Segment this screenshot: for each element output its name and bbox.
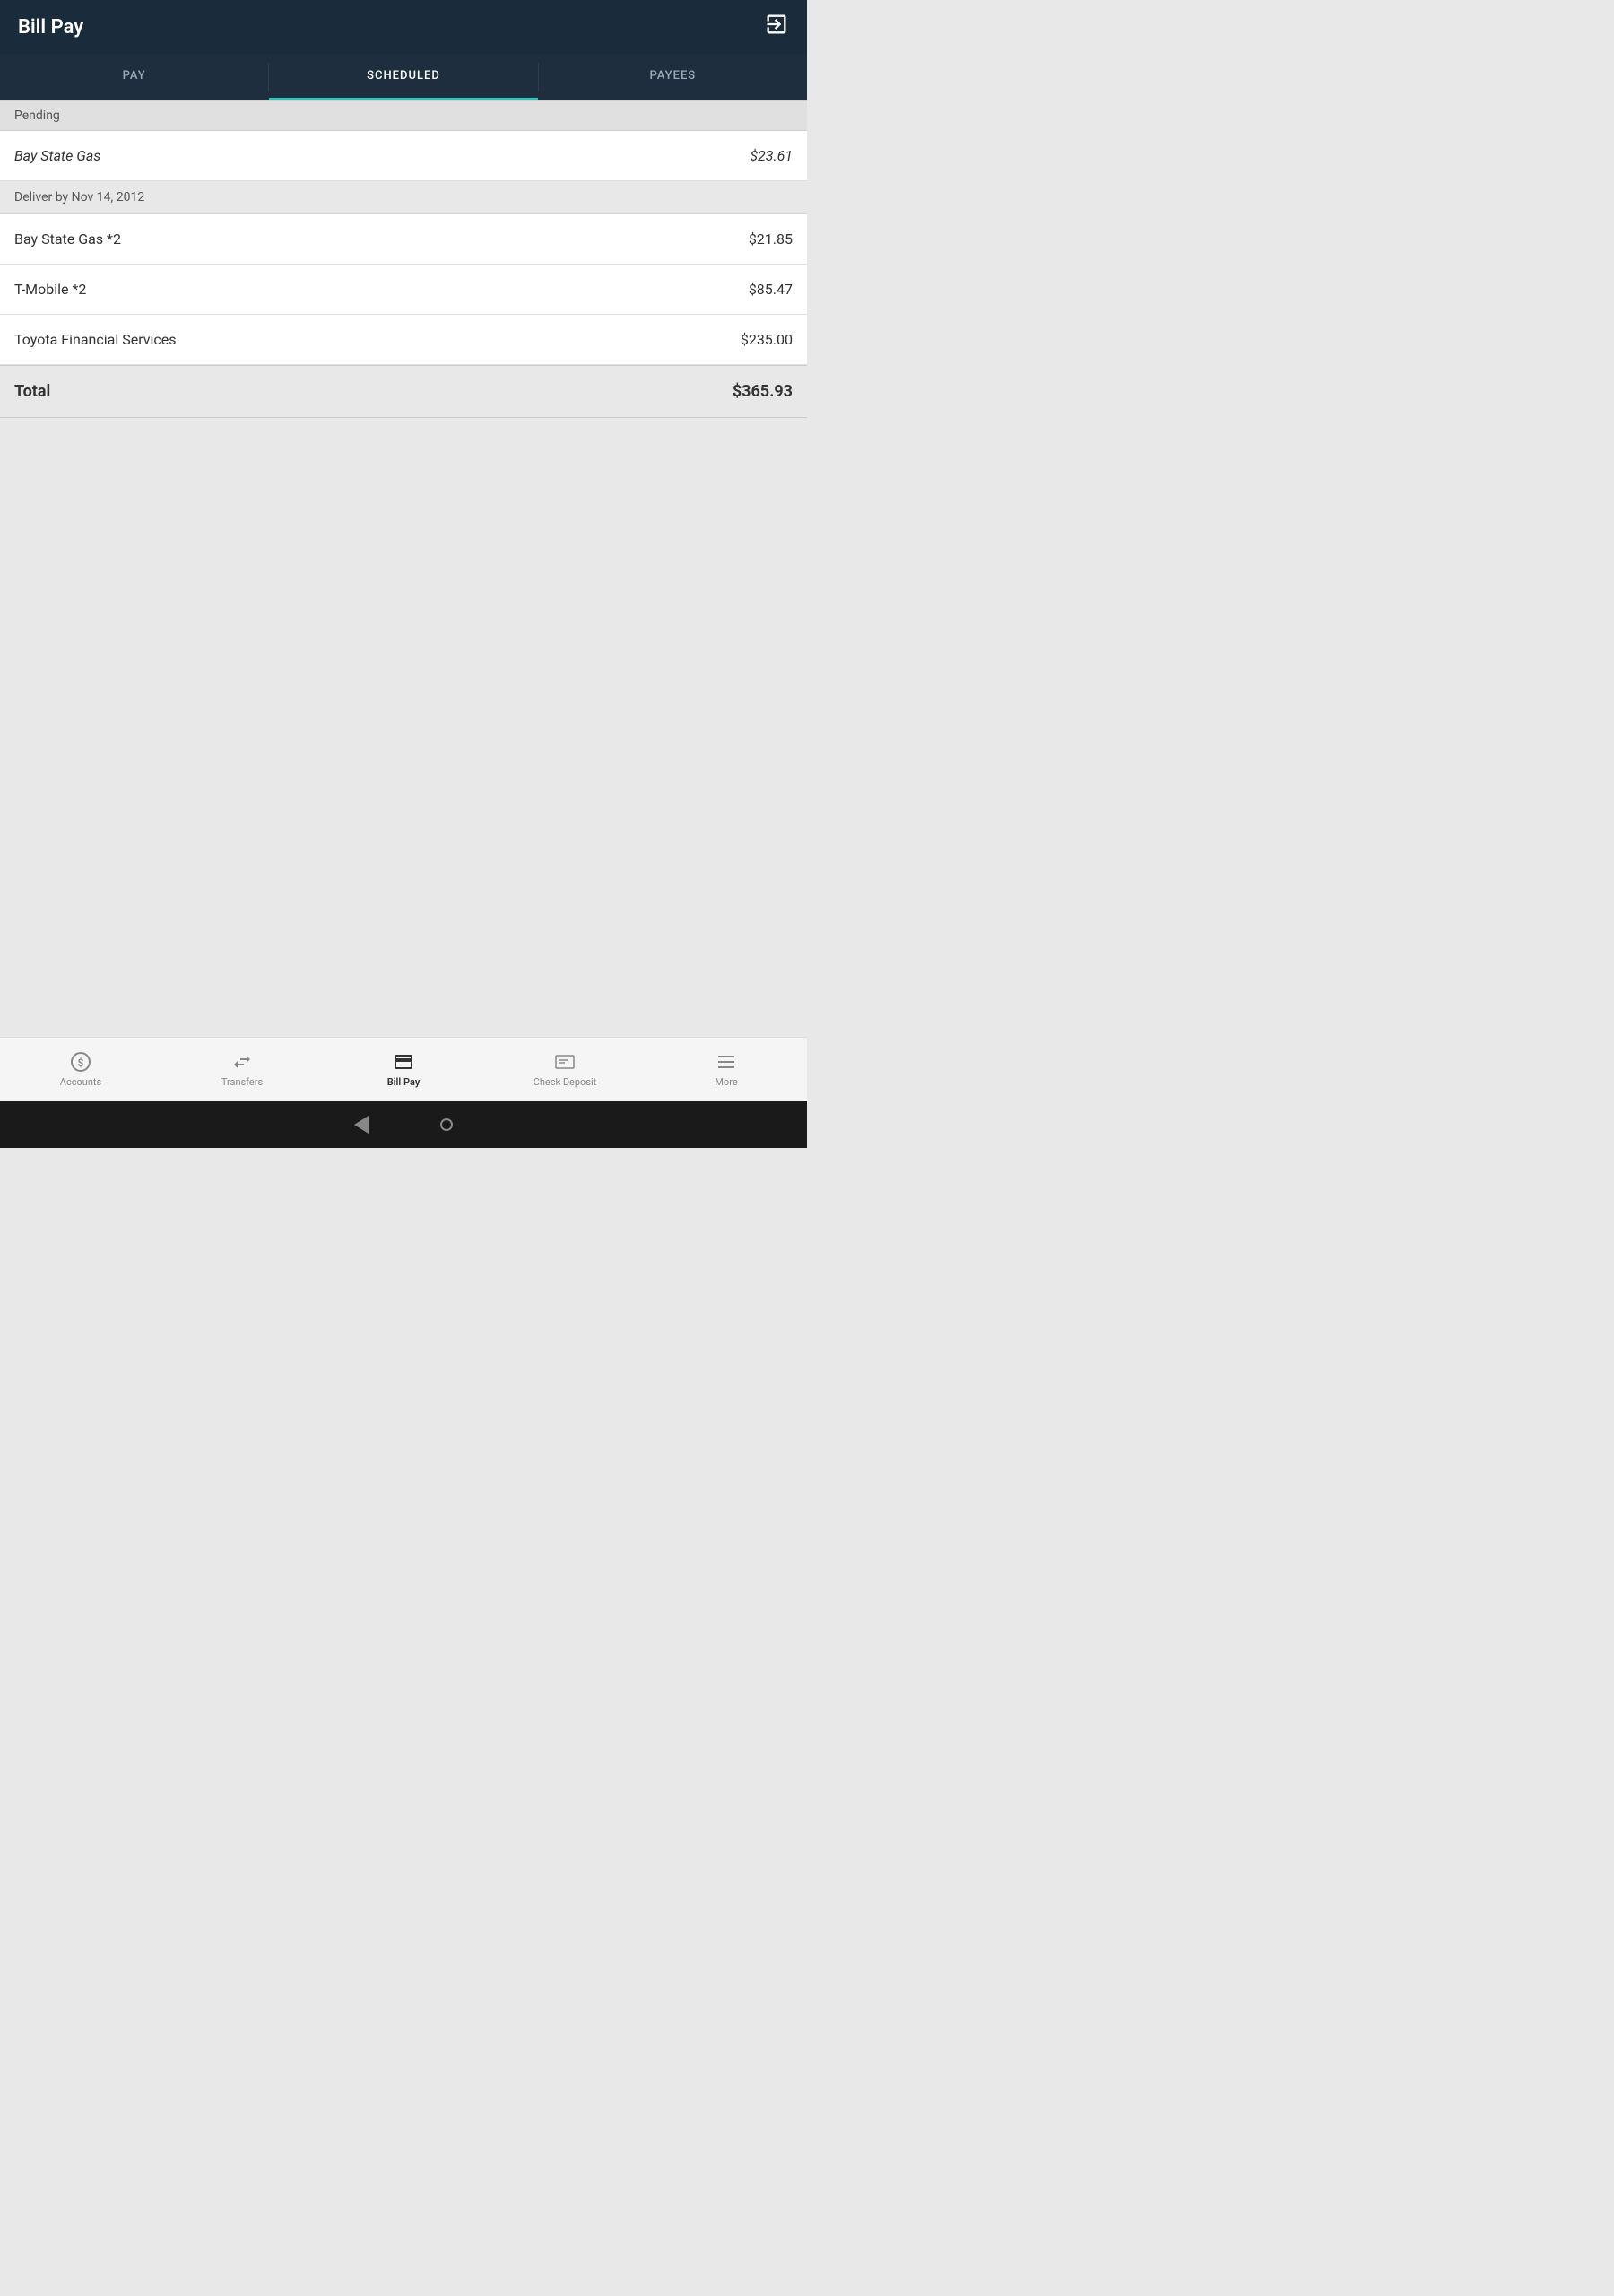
- accounts-icon: $: [70, 1051, 91, 1073]
- list-item[interactable]: T-Mobile *2 $85.47: [0, 265, 807, 315]
- tab-pay[interactable]: PAY: [0, 54, 268, 100]
- tab-bar: PAY SCHEDULED PAYEES: [0, 54, 807, 100]
- logout-icon[interactable]: [764, 12, 789, 42]
- android-nav-bar: [0, 1101, 807, 1148]
- nav-item-accounts[interactable]: $ Accounts: [0, 1044, 161, 1095]
- list-item[interactable]: Bay State Gas *2 $21.85: [0, 214, 807, 265]
- bill-pay-icon: [393, 1051, 414, 1073]
- total-label: Total: [14, 382, 50, 401]
- main-content: Pending Bay State Gas $23.61 Deliver by …: [0, 100, 807, 418]
- payee-amount: $23.61: [750, 147, 793, 164]
- check-deposit-icon: [554, 1051, 576, 1073]
- nav-label-bill-pay: Bill Pay: [387, 1076, 421, 1088]
- bottom-nav: $ Accounts Transfers Bill Pay Check Depo…: [0, 1037, 807, 1101]
- nav-label-more: More: [715, 1076, 737, 1088]
- nav-item-more[interactable]: More: [646, 1044, 807, 1095]
- back-button[interactable]: [354, 1116, 369, 1134]
- payee-amount: $21.85: [749, 230, 793, 248]
- payee-name: Bay State Gas *2: [14, 230, 121, 248]
- tab-payees[interactable]: PAYEES: [539, 54, 807, 100]
- payee-amount: $85.47: [749, 281, 793, 298]
- nav-item-transfers[interactable]: Transfers: [161, 1044, 323, 1095]
- transfers-icon: [231, 1051, 253, 1073]
- app-header: Bill Pay: [0, 0, 807, 54]
- total-row: Total $365.93: [0, 365, 807, 418]
- more-icon: [716, 1051, 737, 1073]
- tab-scheduled[interactable]: SCHEDULED: [269, 54, 537, 100]
- page-title: Bill Pay: [18, 16, 83, 39]
- total-amount: $365.93: [733, 382, 793, 401]
- nav-item-bill-pay[interactable]: Bill Pay: [323, 1044, 484, 1095]
- list-item[interactable]: Toyota Financial Services $235.00: [0, 315, 807, 365]
- section-header-pending: Pending: [0, 100, 807, 131]
- payee-amount: $235.00: [741, 331, 793, 348]
- nav-item-check-deposit[interactable]: Check Deposit: [484, 1044, 646, 1095]
- payee-name: Toyota Financial Services: [14, 331, 177, 348]
- nav-label-check-deposit: Check Deposit: [534, 1076, 597, 1088]
- svg-text:$: $: [78, 1057, 84, 1069]
- list-item[interactable]: Bay State Gas $23.61: [0, 131, 807, 181]
- payee-name: T-Mobile *2: [14, 281, 86, 298]
- nav-label-transfers: Transfers: [221, 1076, 263, 1088]
- home-button[interactable]: [440, 1118, 453, 1131]
- section-header-deliver: Deliver by Nov 14, 2012: [0, 181, 807, 214]
- nav-label-accounts: Accounts: [60, 1076, 101, 1088]
- payee-name: Bay State Gas: [14, 147, 100, 164]
